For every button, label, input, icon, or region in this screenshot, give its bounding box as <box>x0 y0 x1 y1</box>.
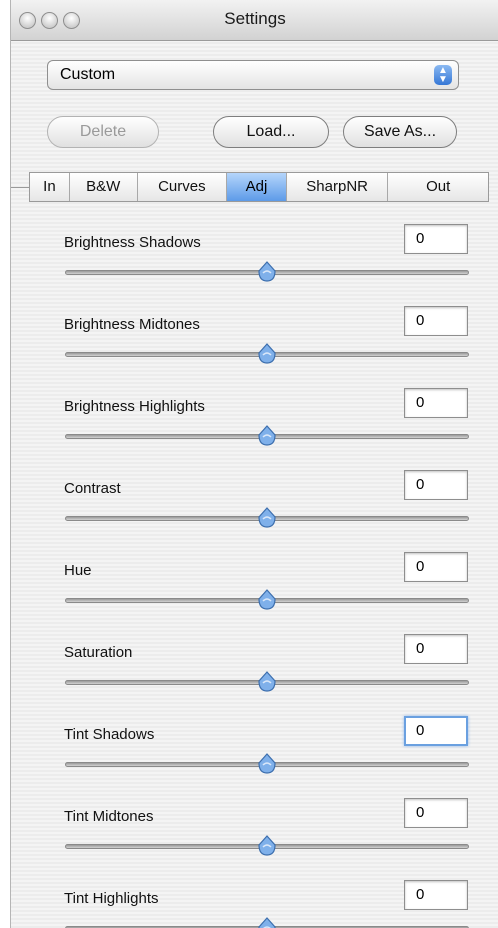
tab-sharpnr[interactable]: SharpNR <box>287 173 389 201</box>
brightness-shadows-value-field[interactable]: 0 <box>404 224 468 254</box>
tint-highlights-label: Tint Highlights <box>64 890 159 907</box>
brightness-highlights-value-field[interactable]: 0 <box>404 388 468 418</box>
tint-shadows-slider-thumb[interactable] <box>257 753 277 775</box>
hue-slider-thumb[interactable] <box>257 589 277 611</box>
brightness-midtones-value-field[interactable]: 0 <box>404 306 468 336</box>
tab-divider-line <box>11 187 29 188</box>
hue-label: Hue <box>64 562 92 579</box>
load-button[interactable]: Load... <box>213 116 329 148</box>
brightness-shadows-slider-thumb[interactable] <box>257 261 277 283</box>
tab-in[interactable]: In <box>30 173 70 201</box>
tab-curves[interactable]: Curves <box>138 173 228 201</box>
saturation-slider-thumb[interactable] <box>257 671 277 693</box>
brightness-highlights-label: Brightness Highlights <box>64 398 205 415</box>
tint-highlights-value-field[interactable]: 0 <box>404 880 468 910</box>
title-bar[interactable]: Settings <box>11 0 498 41</box>
tint-midtones-label: Tint Midtones <box>64 808 154 825</box>
brightness-midtones-slider-thumb[interactable] <box>257 343 277 365</box>
tint-shadows-value-field[interactable]: 0 <box>404 716 468 746</box>
delete-button[interactable]: Delete <box>47 116 159 148</box>
tab-bar: In B&W Curves Adj SharpNR Out <box>29 172 489 202</box>
tint-shadows-label: Tint Shadows <box>64 726 155 743</box>
brightness-midtones-label: Brightness Midtones <box>64 316 200 333</box>
tab-adj[interactable]: Adj <box>227 173 287 201</box>
window-title: Settings <box>224 9 286 28</box>
tint-highlights-slider-thumb[interactable] <box>257 917 277 928</box>
save-as-button[interactable]: Save As... <box>343 116 457 148</box>
settings-window: Settings Custom ▲ ▼ Delete Load... Save A… <box>10 0 498 928</box>
contrast-value-field[interactable]: 0 <box>404 470 468 500</box>
brightness-shadows-label: Brightness Shadows <box>64 234 201 251</box>
contrast-label: Contrast <box>64 480 121 497</box>
tint-midtones-slider-thumb[interactable] <box>257 835 277 857</box>
saturation-label: Saturation <box>64 644 133 661</box>
brightness-highlights-slider-thumb[interactable] <box>257 425 277 447</box>
updown-arrows-icon: ▲ ▼ <box>434 65 452 85</box>
saturation-value-field[interactable]: 0 <box>404 634 468 664</box>
tab-out[interactable]: Out <box>388 173 488 201</box>
tab-b-w[interactable]: B&W <box>70 173 138 201</box>
hue-value-field[interactable]: 0 <box>404 552 468 582</box>
preset-select-value: Custom <box>60 66 116 83</box>
tint-midtones-value-field[interactable]: 0 <box>404 798 468 828</box>
preset-select[interactable]: Custom ▲ ▼ <box>47 60 459 90</box>
contrast-slider-thumb[interactable] <box>257 507 277 529</box>
